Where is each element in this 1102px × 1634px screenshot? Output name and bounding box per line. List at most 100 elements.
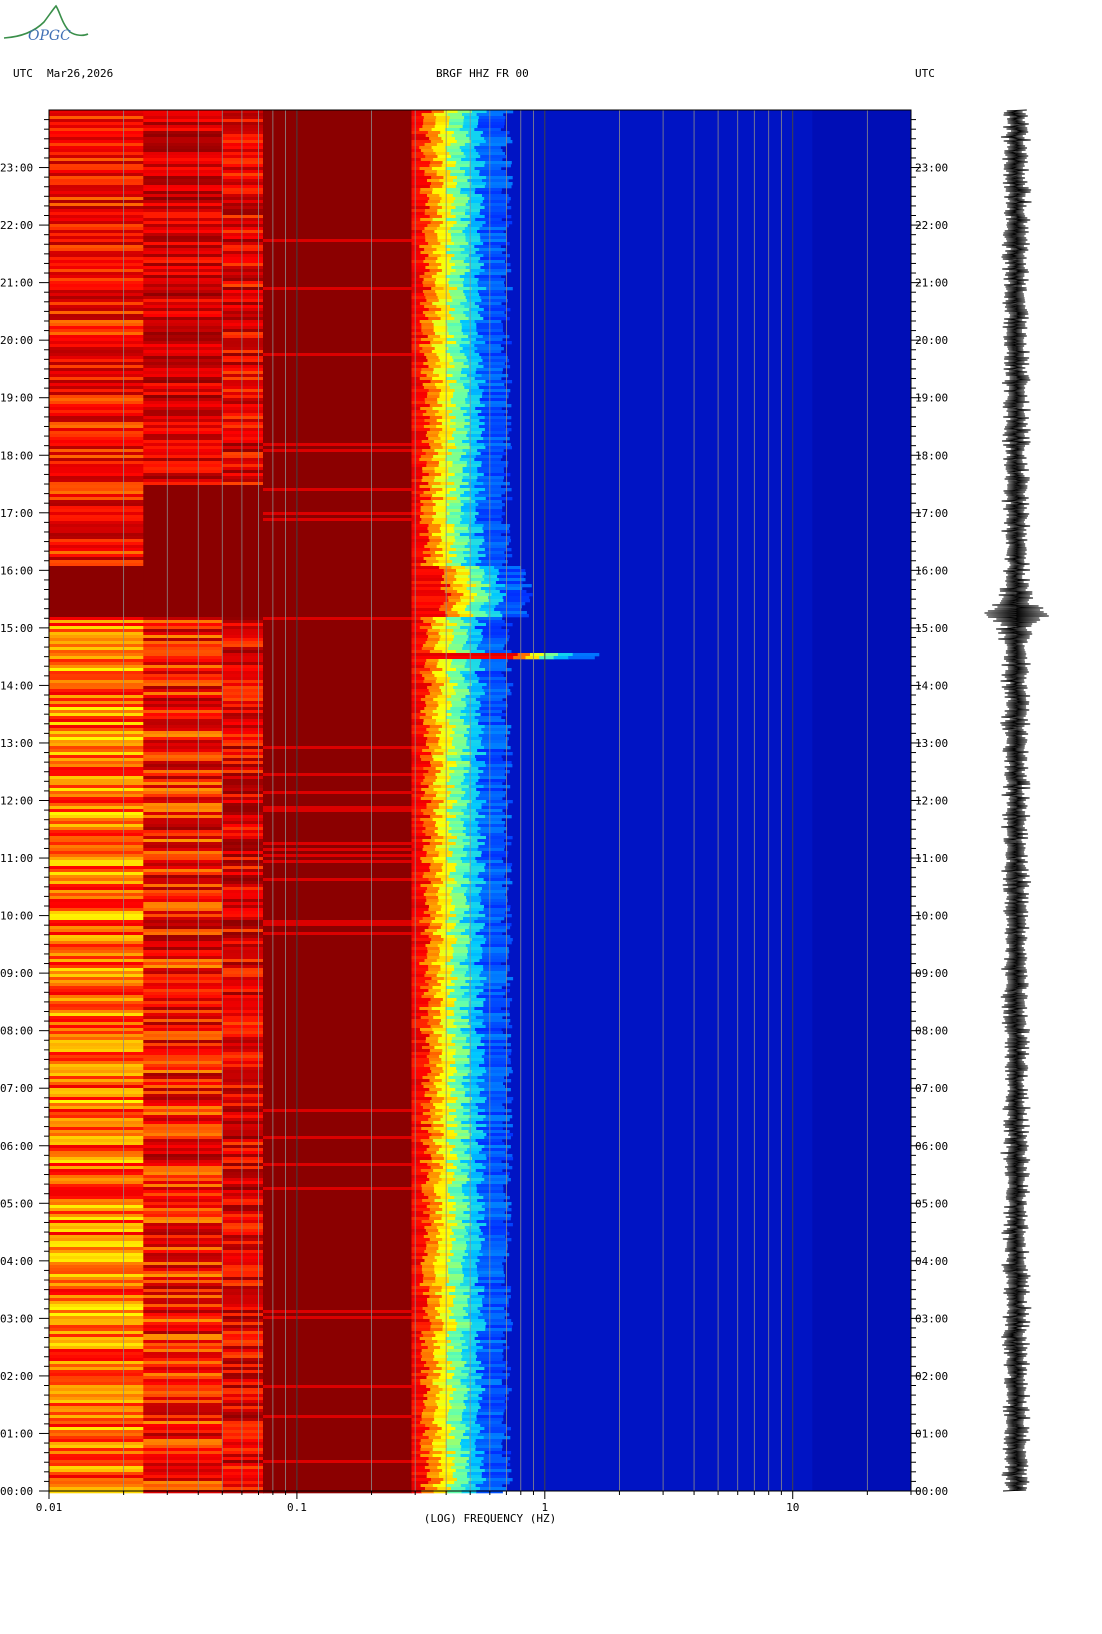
spectrogram-cell bbox=[411, 1007, 420, 1011]
spectrogram-cell bbox=[454, 908, 470, 912]
spectrogram-cell bbox=[433, 371, 448, 375]
spectrogram-cell bbox=[143, 1379, 223, 1383]
spectrogram-cell bbox=[481, 356, 508, 360]
spectrogram-cell bbox=[451, 257, 466, 261]
spectrogram-cell bbox=[420, 1439, 434, 1443]
spectrogram-cell bbox=[427, 950, 441, 954]
spectrogram-cell bbox=[411, 869, 431, 873]
spectrogram-cell bbox=[448, 1046, 463, 1050]
spectrogram-cell bbox=[143, 1163, 223, 1167]
spectrogram-cell bbox=[222, 1226, 264, 1230]
spectrogram-cell bbox=[143, 491, 223, 495]
spectrogram-cell bbox=[450, 1151, 465, 1155]
spectrogram-cell bbox=[411, 971, 427, 975]
spectrogram-cell bbox=[429, 1208, 443, 1212]
spectrogram-cell bbox=[427, 1301, 440, 1305]
spectrogram-cell bbox=[430, 668, 443, 672]
spectrogram-cell bbox=[448, 383, 464, 387]
spectrogram-cell bbox=[437, 1340, 452, 1344]
spectrogram-cell bbox=[222, 521, 264, 525]
spectrogram-cell bbox=[222, 563, 264, 567]
spectrogram-cell bbox=[475, 563, 503, 567]
spectrogram-cell bbox=[143, 1352, 223, 1356]
spectrogram-cell bbox=[49, 740, 144, 744]
spectrogram-cell bbox=[433, 149, 448, 153]
spectrogram-cell bbox=[442, 941, 457, 945]
spectrogram-cell bbox=[222, 980, 264, 984]
spectrogram-cell bbox=[448, 824, 464, 828]
spectrogram-cell bbox=[411, 1079, 430, 1083]
spectrogram-cell bbox=[482, 1391, 509, 1395]
spectrogram-cell bbox=[468, 254, 485, 258]
spectrogram-cell bbox=[429, 746, 442, 750]
spectrogram-cell bbox=[432, 377, 447, 381]
spectrogram-cell bbox=[419, 521, 433, 525]
spectrogram-cell bbox=[49, 1067, 144, 1071]
spectrogram-cell bbox=[440, 1313, 455, 1317]
spectrogram-cell bbox=[222, 833, 264, 837]
spectrogram-cell bbox=[49, 869, 144, 873]
spectrogram-cell bbox=[456, 815, 471, 819]
spectrogram-cell bbox=[482, 887, 509, 891]
spectrogram-cell bbox=[411, 1178, 430, 1182]
spectrogram-cell bbox=[49, 1091, 144, 1095]
spectrogram-cell bbox=[459, 275, 476, 279]
spectrogram-cell bbox=[143, 395, 223, 399]
spectrogram-cell bbox=[411, 644, 424, 648]
spectrogram-cell bbox=[222, 1313, 264, 1317]
spectrogram-cell bbox=[430, 380, 444, 384]
spectrogram-cell bbox=[454, 1058, 470, 1062]
spectrogram-cell bbox=[49, 905, 144, 909]
spectrogram-cell bbox=[475, 932, 503, 936]
spectrogram-cell bbox=[446, 1370, 462, 1374]
spectrogram-cell bbox=[470, 842, 486, 846]
spectrogram-cell bbox=[481, 704, 508, 708]
spectrogram-cell bbox=[423, 503, 437, 507]
spectrogram-cell bbox=[463, 290, 479, 294]
spectrogram-cell bbox=[420, 1448, 434, 1452]
spectrogram-cell bbox=[431, 128, 446, 132]
spectrogram-cell bbox=[429, 164, 443, 168]
spectrogram-cell bbox=[411, 263, 430, 267]
spectrogram-cell bbox=[411, 968, 429, 972]
spectrogram-cell bbox=[49, 1379, 144, 1383]
spectrogram-cell bbox=[411, 659, 427, 663]
spectrogram-cell bbox=[446, 506, 462, 510]
spectrogram-cell bbox=[143, 248, 223, 252]
spectrogram-cell bbox=[432, 617, 447, 621]
spectrogram-cell bbox=[222, 152, 264, 156]
spectrogram-cell bbox=[442, 1388, 457, 1392]
spectrogram-cell bbox=[222, 977, 264, 981]
spectrogram-cell bbox=[143, 1307, 223, 1311]
spectrogram-cell bbox=[477, 413, 505, 417]
spectrogram-cell bbox=[411, 863, 432, 867]
spectrogram-cell bbox=[474, 377, 502, 381]
spectrogram-cell bbox=[451, 833, 467, 837]
spectrogram-cell bbox=[435, 383, 450, 387]
spectrogram-cell bbox=[484, 1451, 512, 1455]
time-tick-label-left: 15:00 bbox=[0, 622, 33, 635]
spectrogram-cell bbox=[422, 917, 436, 921]
spectrogram-cell bbox=[143, 467, 223, 471]
spectrogram-cell bbox=[474, 1283, 502, 1287]
spectrogram-cell bbox=[475, 371, 503, 375]
spectrogram-cell bbox=[485, 341, 512, 345]
spectrogram-cell bbox=[222, 665, 264, 669]
spectrogram-cell bbox=[439, 629, 455, 633]
spectrogram-cell bbox=[479, 1226, 506, 1230]
spectrogram-cell bbox=[460, 407, 476, 411]
spectrogram-cell bbox=[451, 236, 467, 240]
spectrogram-cell bbox=[143, 527, 223, 531]
spectrogram-cell bbox=[49, 1004, 144, 1008]
spectrogram-cell bbox=[222, 230, 264, 234]
spectrogram-cell bbox=[222, 1490, 264, 1494]
spectrogram-cell bbox=[553, 656, 569, 660]
spectrogram-cell bbox=[420, 563, 434, 567]
spectrogram-cell bbox=[438, 134, 453, 138]
spectrogram-cell bbox=[49, 1010, 144, 1014]
spectrogram-cell bbox=[143, 752, 223, 756]
spectrogram-cell bbox=[222, 785, 264, 789]
spectrogram-cell bbox=[423, 557, 437, 561]
spectrogram-cell bbox=[411, 938, 432, 942]
spectrogram-cell bbox=[143, 506, 223, 510]
